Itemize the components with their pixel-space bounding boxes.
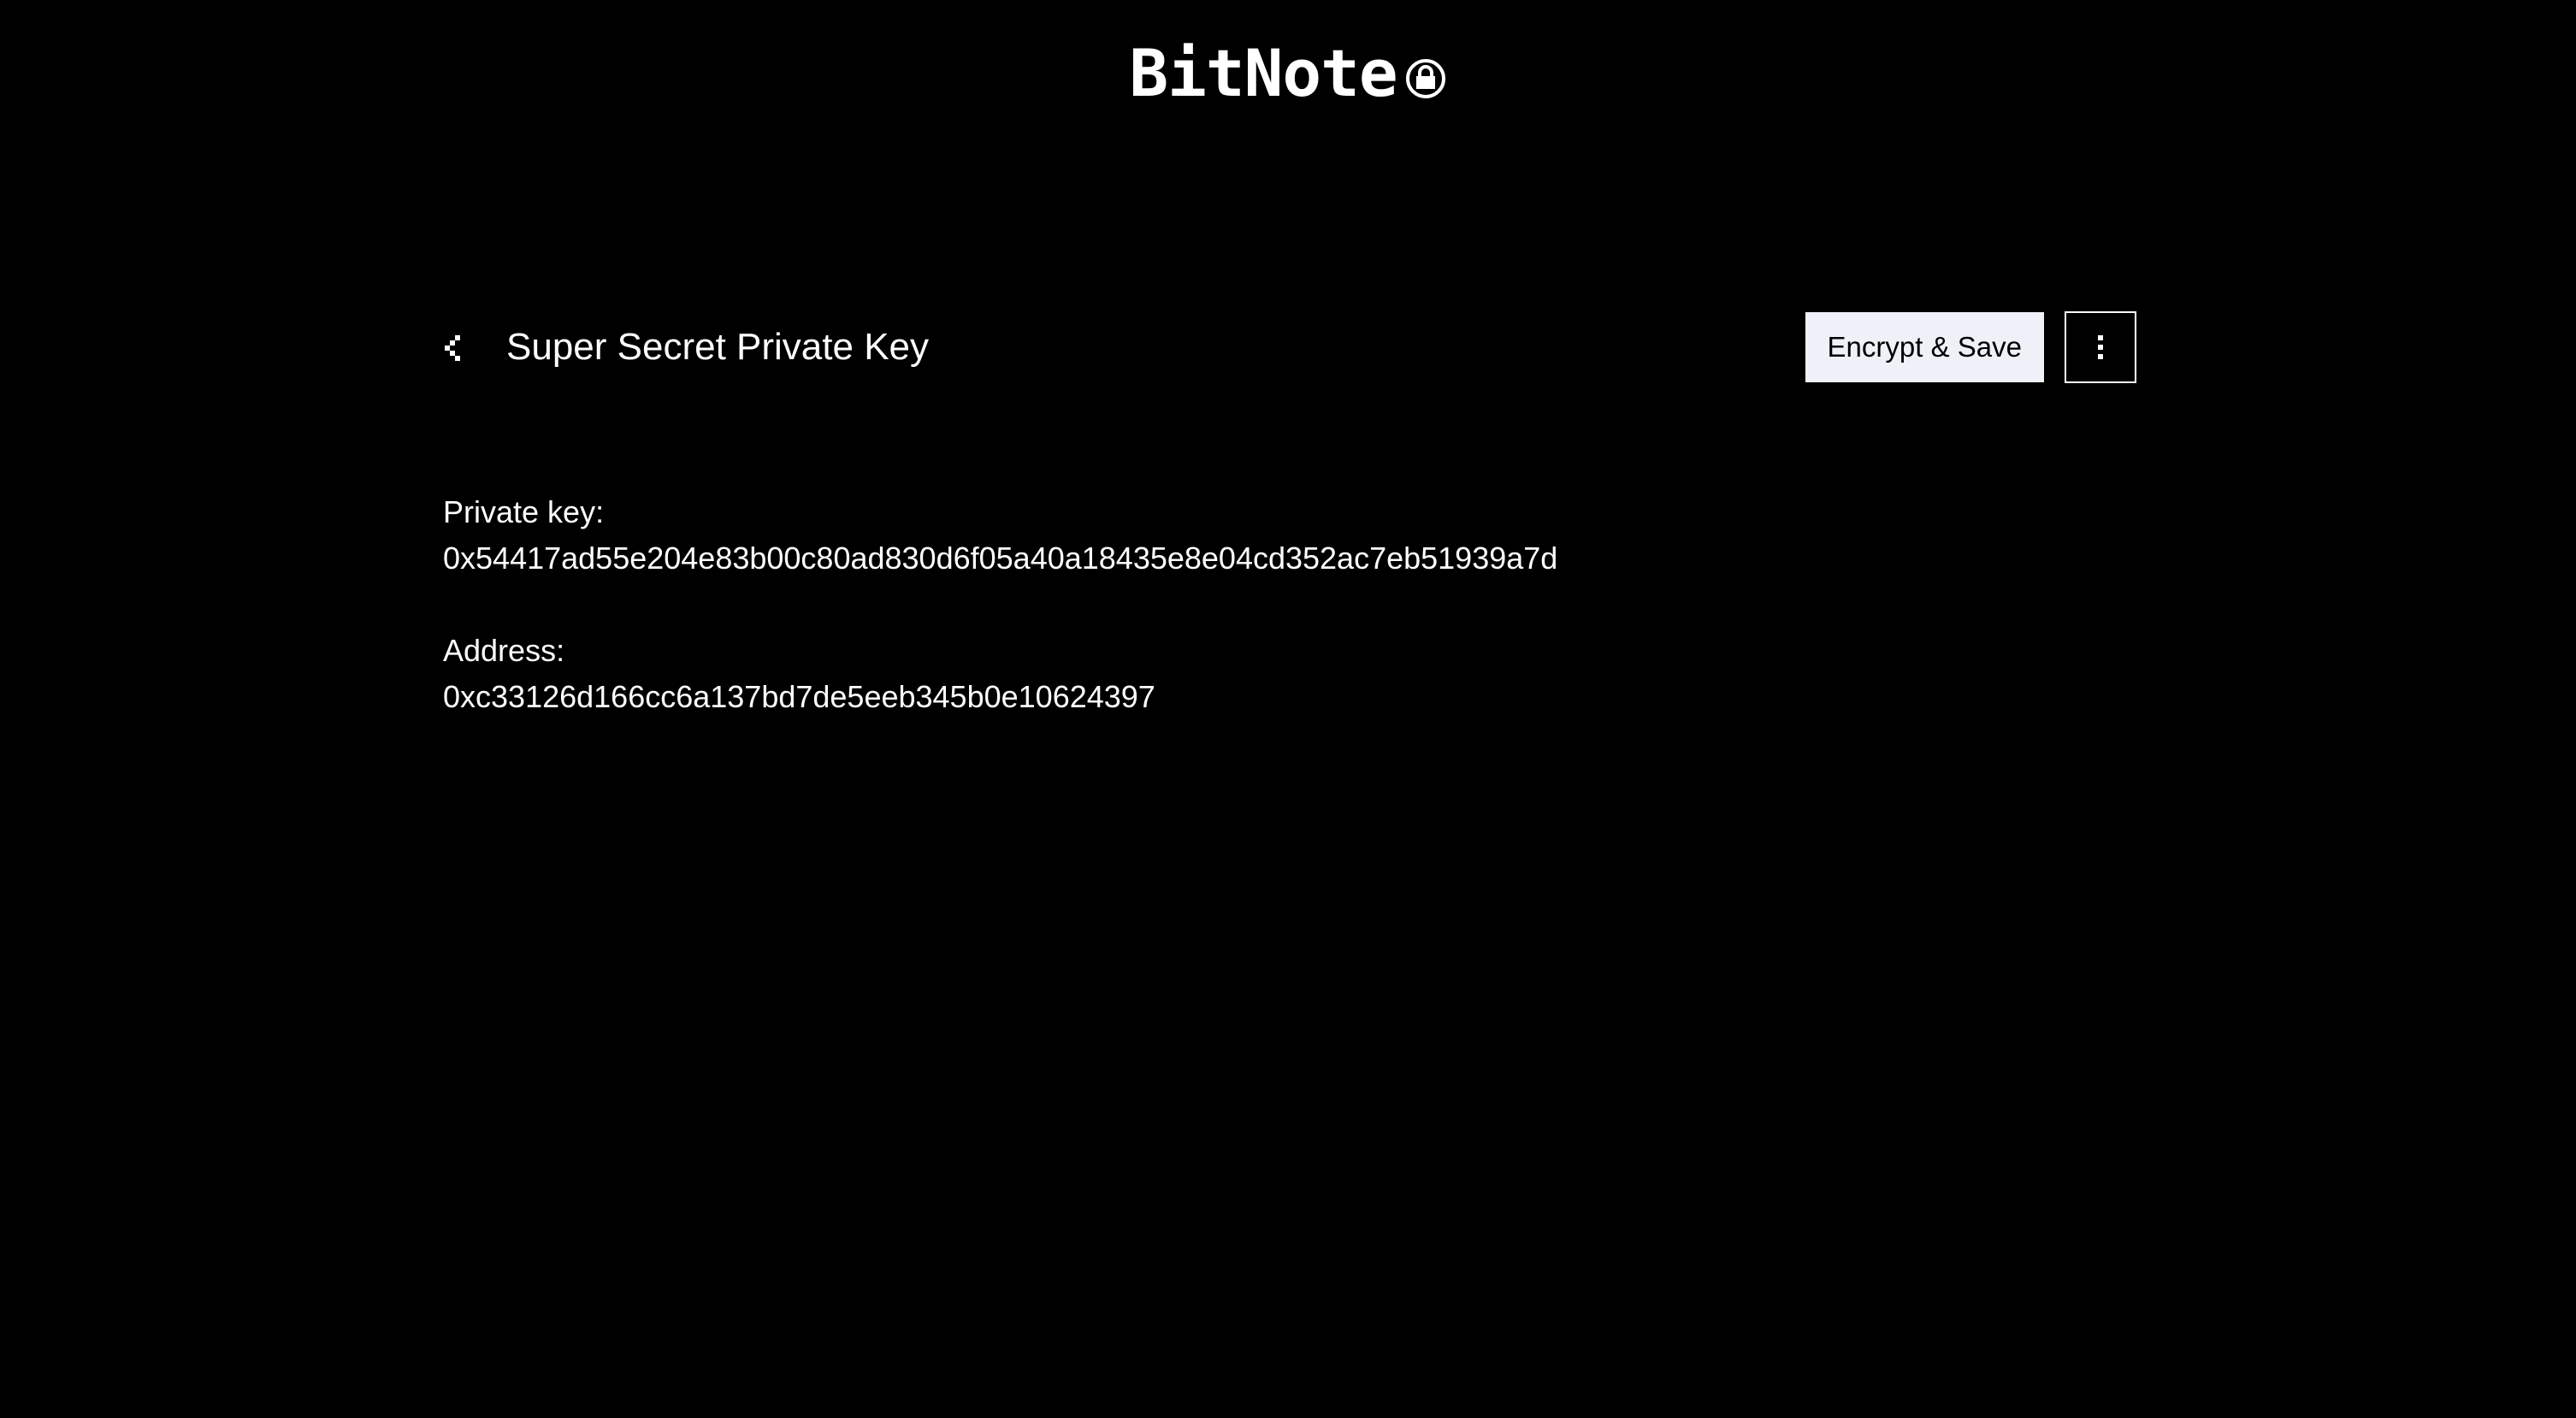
back-button[interactable] [443,327,484,368]
private-key-block: Private key: 0x54417ad55e204e83b00c80ad8… [443,489,2136,582]
chevron-left-icon [445,335,460,361]
vertical-dots-icon [2098,335,2103,359]
more-options-button[interactable] [2065,311,2136,383]
encrypt-save-button[interactable]: Encrypt & Save [1805,312,2044,382]
lock-icon [1405,59,1445,98]
address-block: Address: 0xc33126d166cc6a137bd7de5eeb345… [443,628,2136,720]
address-value: 0xc33126d166cc6a137bd7de5eeb345b0e106243… [443,679,1155,714]
page: BitNote Super Secret Private Key Encrypt… [0,0,2576,1418]
address-label: Address: [443,633,565,668]
app-logo: BitNote [0,38,2576,109]
header-right: Encrypt & Save [1805,311,2136,383]
note-header: Super Secret Private Key Encrypt & Save [443,311,2136,383]
note-title: Super Secret Private Key [506,326,930,368]
logo-text: BitNote [1129,35,1397,111]
header-left: Super Secret Private Key [443,322,929,373]
logo-inner: BitNote [1129,38,1446,109]
private-key-label: Private key: [443,494,605,529]
private-key-value: 0x54417ad55e204e83b00c80ad830d6f05a40a18… [443,541,1558,576]
note-body[interactable]: Private key: 0x54417ad55e204e83b00c80ad8… [443,489,2136,766]
